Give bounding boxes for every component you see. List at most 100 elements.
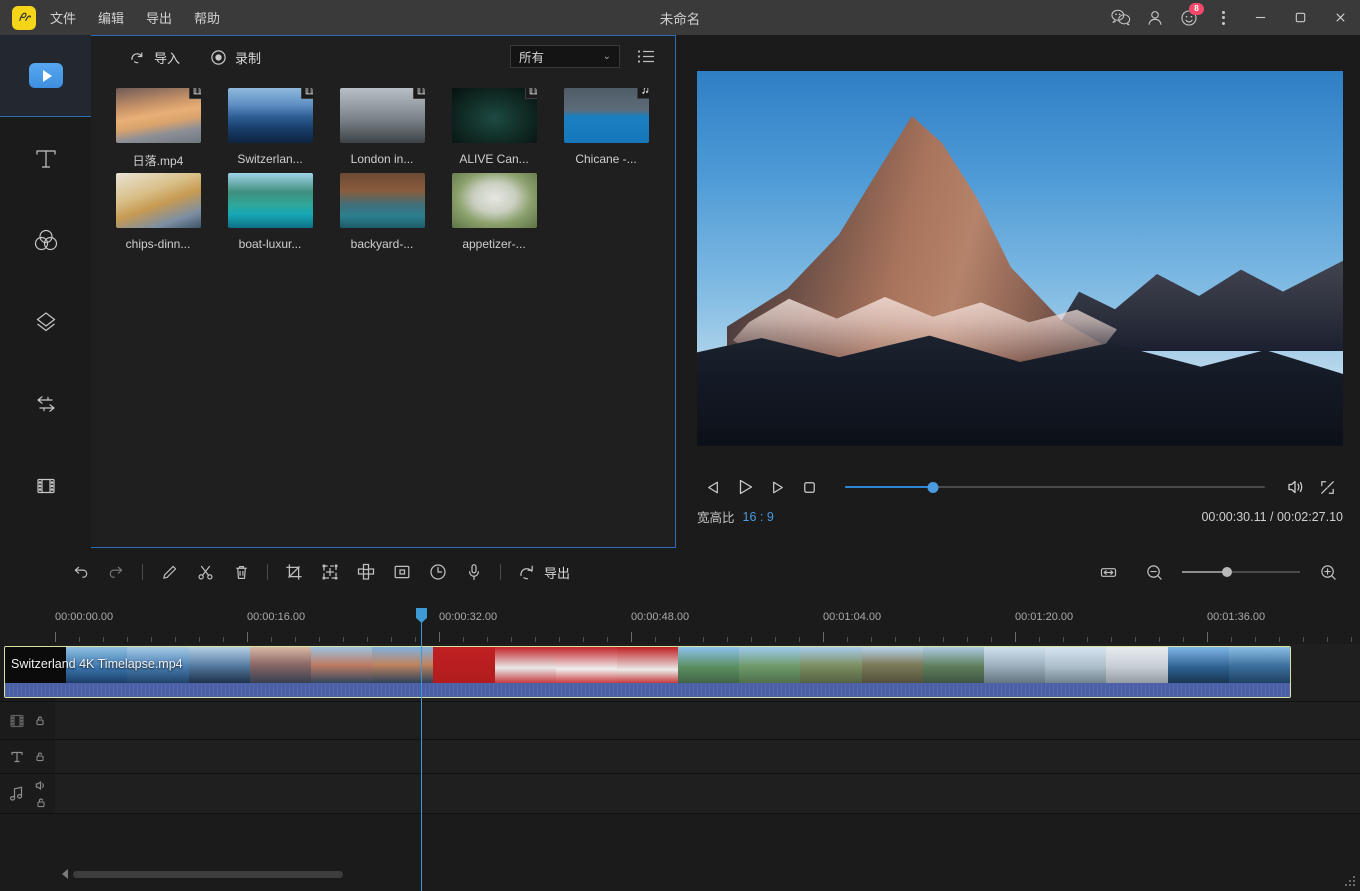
- maximize-button[interactable]: [1280, 0, 1320, 35]
- timeline-scrollbar[interactable]: [0, 865, 1360, 883]
- track-controls: [34, 714, 46, 727]
- pip-button[interactable]: [384, 555, 420, 589]
- media-item[interactable]: ALIVE Can...: [449, 88, 539, 169]
- voiceover-button[interactable]: [456, 555, 492, 589]
- record-icon: [210, 49, 227, 66]
- zoom-slider[interactable]: [1182, 571, 1300, 573]
- export-label: 导出: [544, 563, 570, 582]
- edit-button[interactable]: [151, 555, 187, 589]
- delete-button[interactable]: [223, 555, 259, 589]
- import-button[interactable]: 导入: [129, 48, 180, 67]
- redo-button[interactable]: [98, 555, 134, 589]
- menu-edit[interactable]: 编辑: [98, 8, 124, 27]
- stop-button[interactable]: [793, 471, 825, 503]
- media-library-panel: 导入 录制 所有 ⌄ 日落.mp4: [91, 35, 676, 548]
- track-controls: [34, 750, 46, 763]
- zoom-out-button[interactable]: [1136, 555, 1172, 589]
- mosaic-button[interactable]: [348, 555, 384, 589]
- track-video-1: Switzerland 4K Timelapse.mp4: [0, 644, 1360, 702]
- next-frame-icon: [768, 478, 787, 497]
- close-button[interactable]: [1320, 0, 1360, 35]
- play-button[interactable]: [729, 471, 761, 503]
- speed-button[interactable]: [420, 555, 456, 589]
- volume-button[interactable]: [1279, 471, 1311, 503]
- keyframe-icon: [320, 562, 340, 582]
- crop-icon: [284, 562, 304, 582]
- fullscreen-button[interactable]: [1311, 471, 1343, 503]
- zoom-out-icon: [1145, 563, 1164, 582]
- media-item[interactable]: Chicane -...: [561, 88, 651, 169]
- record-label: 录制: [235, 48, 261, 67]
- sidebar-item-media[interactable]: [0, 35, 91, 117]
- media-item[interactable]: Switzerlan...: [225, 88, 315, 169]
- feedback-icon[interactable]: 8: [1172, 0, 1206, 35]
- seek-slider[interactable]: [845, 477, 1265, 497]
- media-item-label: London in...: [336, 152, 428, 166]
- wechat-icon[interactable]: [1104, 0, 1138, 35]
- list-view-icon[interactable]: [635, 46, 657, 66]
- ruler-ticks: [0, 630, 1360, 642]
- media-item[interactable]: 日落.mp4: [113, 88, 203, 169]
- import-label: 导入: [154, 48, 180, 67]
- transition-arrows-icon: [31, 389, 61, 419]
- seek-knob[interactable]: [928, 482, 939, 493]
- film-icon: [0, 711, 34, 731]
- sidebar-item-titles[interactable]: [0, 117, 91, 199]
- track-lane[interactable]: [55, 702, 1360, 739]
- media-filter-select[interactable]: 所有 ⌄: [510, 45, 620, 68]
- undo-button[interactable]: [62, 555, 98, 589]
- sidebar-item-transitions[interactable]: [0, 363, 91, 445]
- menu-help[interactable]: 帮助: [194, 8, 220, 27]
- sidebar-item-effects[interactable]: [0, 199, 91, 281]
- media-item[interactable]: appetizer-...: [449, 173, 539, 251]
- media-thumbnail: [228, 88, 313, 143]
- media-item-label: appetizer-...: [448, 237, 540, 251]
- adjust-button[interactable]: [312, 555, 348, 589]
- playhead[interactable]: [421, 608, 422, 891]
- media-item[interactable]: boat-luxur...: [225, 173, 315, 251]
- media-item-label: ALIVE Can...: [448, 152, 540, 166]
- video-preview[interactable]: [697, 71, 1343, 446]
- music-badge-icon: [637, 88, 649, 99]
- record-button[interactable]: 录制: [210, 48, 261, 67]
- minimize-button[interactable]: [1240, 0, 1280, 35]
- scrollbar-thumb[interactable]: [73, 871, 343, 878]
- overlay-layers-icon: [31, 307, 61, 337]
- aspect-ratio-value[interactable]: 16 : 9: [743, 510, 774, 524]
- zoom-slider-knob[interactable]: [1222, 567, 1232, 577]
- media-item[interactable]: chips-dinn...: [113, 173, 203, 251]
- timeline-clip[interactable]: Switzerland 4K Timelapse.mp4: [4, 646, 1291, 698]
- prev-frame-button[interactable]: [697, 471, 729, 503]
- toolbar-divider: [500, 564, 501, 580]
- scissors-icon: [196, 563, 215, 582]
- timeline-zoom-controls: [1090, 555, 1346, 589]
- ruler-tick-label: 00:01:20.00: [1015, 611, 1073, 623]
- resize-grip[interactable]: [1345, 876, 1357, 888]
- sidebar-item-split-screen[interactable]: [0, 445, 91, 527]
- chevron-down-icon: ⌄: [603, 51, 611, 62]
- zoom-in-button[interactable]: [1310, 555, 1346, 589]
- media-grid: 日落.mp4 Switzerlan... London in...: [91, 78, 675, 251]
- track-lane[interactable]: [55, 740, 1360, 773]
- timeline-ruler[interactable]: 00:00:00.00 00:00:16.00 00:00:32.00 00:0…: [0, 608, 1360, 644]
- media-item[interactable]: backyard-...: [337, 173, 427, 251]
- crop-button[interactable]: [276, 555, 312, 589]
- menu-export[interactable]: 导出: [146, 8, 172, 27]
- account-icon[interactable]: [1138, 0, 1172, 35]
- effects-circles-icon: [31, 225, 61, 255]
- sidebar-item-overlays[interactable]: [0, 281, 91, 363]
- menu-file[interactable]: 文件: [50, 8, 76, 27]
- fit-timeline-button[interactable]: [1090, 555, 1126, 589]
- speed-clock-icon: [428, 562, 448, 582]
- play-icon: [735, 477, 755, 497]
- trash-icon: [232, 563, 251, 582]
- more-menu-icon[interactable]: [1206, 0, 1240, 35]
- next-frame-button[interactable]: [761, 471, 793, 503]
- export-button[interactable]: 导出: [517, 562, 570, 582]
- track-lane[interactable]: [55, 774, 1360, 813]
- aspect-ratio-label: 宽高比: [697, 507, 735, 526]
- ruler-labels: 00:00:00.00 00:00:16.00 00:00:32.00 00:0…: [0, 608, 1360, 626]
- cut-button[interactable]: [187, 555, 223, 589]
- media-item[interactable]: London in...: [337, 88, 427, 169]
- scroll-left-arrow[interactable]: [62, 869, 68, 879]
